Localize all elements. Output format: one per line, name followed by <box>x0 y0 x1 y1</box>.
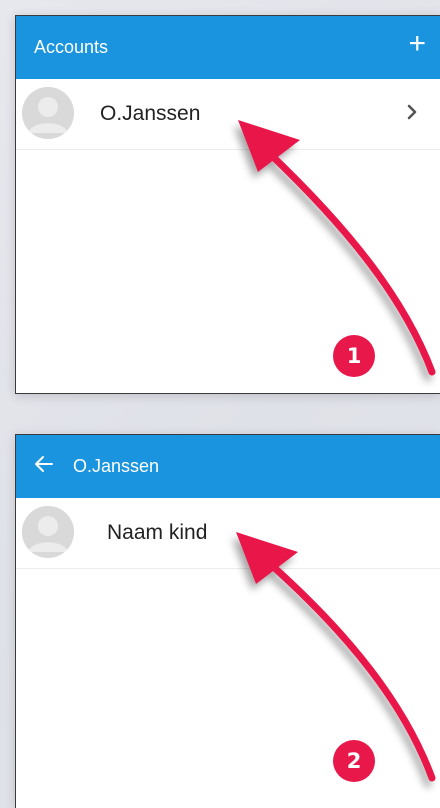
avatar <box>22 87 74 139</box>
app-bar: Accounts + <box>16 16 440 79</box>
step-badge-2: 2 <box>333 740 375 782</box>
account-detail-screen: O.Janssen Naam kind <box>15 434 440 808</box>
step-badge-1: 1 <box>333 335 375 377</box>
app-bar-title: Accounts <box>34 37 109 57</box>
account-name: O.Janssen <box>100 102 201 125</box>
app-bar-title: O.Janssen <box>73 456 160 476</box>
chevron-right-icon <box>407 104 417 120</box>
avatar <box>22 506 74 558</box>
accounts-screen: Accounts + O.Janssen <box>15 15 440 394</box>
app-bar: O.Janssen <box>16 435 440 498</box>
back-arrow-icon[interactable] <box>32 452 56 476</box>
child-row[interactable]: Naam kind <box>16 498 440 569</box>
person-icon <box>22 506 74 558</box>
person-icon <box>22 87 74 139</box>
child-name: Naam kind <box>107 521 208 544</box>
plus-icon[interactable]: + <box>408 28 426 60</box>
account-row[interactable]: O.Janssen <box>16 79 440 150</box>
